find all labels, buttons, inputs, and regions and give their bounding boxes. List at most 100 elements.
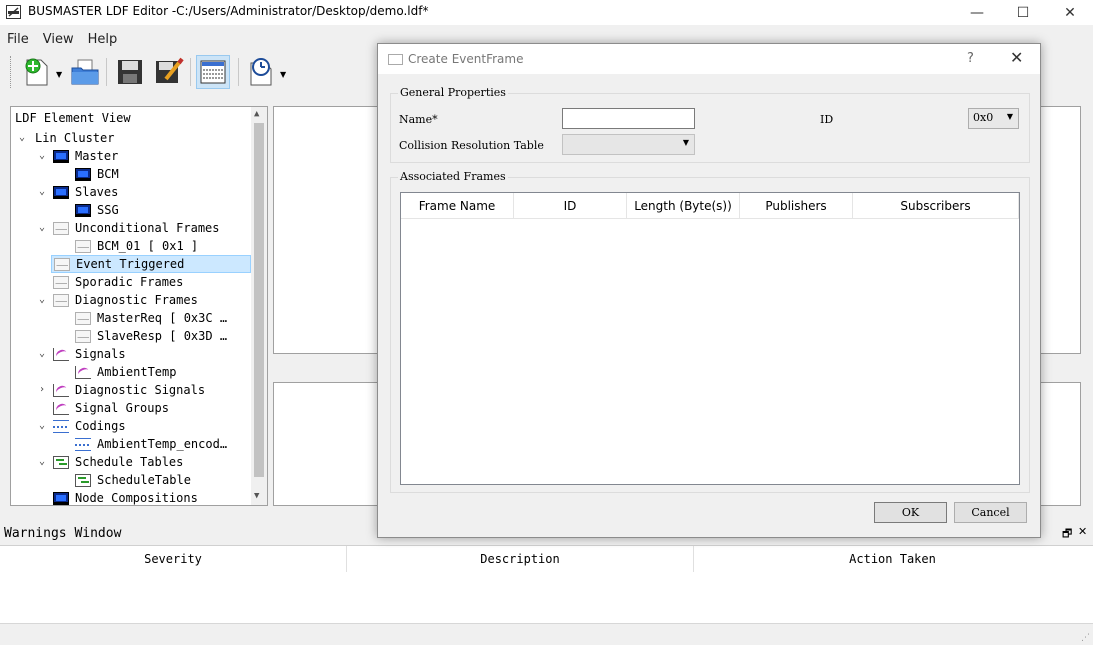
tree-item-codings[interactable]: ⌄ Codings	[35, 417, 126, 435]
associated-frames-table[interactable]: Frame Name ID Length (Byte(s)) Publisher…	[400, 192, 1020, 485]
expand-icon[interactable]: ⌄	[35, 453, 49, 471]
column-description[interactable]: Description	[347, 546, 694, 572]
toolbar-separator	[106, 58, 107, 86]
dialog-close-button[interactable]: ✕	[1010, 48, 1023, 67]
tree-item-signals[interactable]: ⌄ Signals	[35, 345, 126, 363]
new-file-dropdown-icon[interactable]: ▼	[56, 70, 62, 79]
tree-item-sporadic-frames[interactable]: Sporadic Frames	[53, 273, 183, 291]
column-publishers[interactable]: Publishers	[740, 193, 853, 219]
close-button[interactable]: ✕	[1047, 0, 1093, 25]
tree-item-event-triggered[interactable]: Event Triggered	[51, 255, 251, 273]
signal-icon	[53, 401, 69, 415]
column-id[interactable]: ID	[514, 193, 627, 219]
tree-item-lin-cluster[interactable]: ⌄ Lin Cluster	[15, 129, 115, 147]
monitor-icon	[53, 149, 69, 163]
scrollbar-thumb[interactable]	[254, 123, 264, 477]
tree-item-bcm[interactable]: BCM	[57, 165, 119, 183]
envelope-icon	[75, 311, 91, 325]
close-warnings-icon[interactable]: ✕	[1078, 525, 1087, 538]
expand-icon[interactable]: ⌄	[35, 291, 49, 309]
monitor-icon	[53, 185, 69, 199]
tree-item-signal-groups[interactable]: Signal Groups	[53, 399, 169, 417]
tree-item-ssg[interactable]: SSG	[57, 201, 119, 219]
resize-grip-icon[interactable]: ⋰	[1081, 633, 1090, 643]
menu-help[interactable]: Help	[81, 30, 125, 50]
associated-frames-label: Associated Frames	[398, 170, 508, 183]
app-icon	[6, 5, 21, 19]
envelope-icon	[388, 54, 403, 65]
table-view-icon	[200, 60, 226, 84]
envelope-icon	[75, 329, 91, 343]
schedule-icon	[53, 455, 69, 469]
open-folder-icon	[71, 59, 99, 85]
ok-button[interactable]: OK	[874, 502, 947, 523]
title-bar: BUSMASTER LDF Editor -C:/Users/Administr…	[0, 0, 1093, 25]
coding-icon	[53, 419, 69, 433]
expand-icon[interactable]: ⌄	[35, 345, 49, 363]
minimize-button[interactable]: —	[954, 0, 1000, 25]
coding-icon	[75, 437, 91, 451]
tree-item-masterreq[interactable]: MasterReq [ 0x3C …	[57, 309, 227, 327]
save-as-button[interactable]	[152, 55, 186, 89]
tree-item-unconditional-frames[interactable]: ⌄ Unconditional Frames	[35, 219, 220, 237]
save-button[interactable]	[113, 55, 147, 89]
id-select[interactable]: 0x0 ▼	[968, 108, 1019, 129]
toolbar-separator	[190, 58, 191, 86]
monitor-icon	[75, 167, 91, 181]
envelope-icon	[53, 221, 69, 235]
scroll-up-icon[interactable]: ▲	[254, 109, 259, 119]
signal-icon	[53, 347, 69, 361]
tree-item-scheduletable[interactable]: ScheduleTable	[57, 471, 191, 489]
menu-file[interactable]: File	[0, 30, 36, 50]
tree-item-slaves[interactable]: ⌄ Slaves	[35, 183, 118, 201]
name-label: Name*	[399, 113, 438, 126]
cancel-button[interactable]: Cancel	[954, 502, 1027, 523]
collision-resolution-table-select[interactable]: ▼	[562, 134, 695, 155]
open-file-button[interactable]	[68, 55, 102, 89]
column-subscribers[interactable]: Subscribers	[853, 193, 1019, 219]
expand-icon[interactable]: ›	[35, 381, 49, 399]
column-severity[interactable]: Severity	[0, 546, 347, 572]
name-input[interactable]	[562, 108, 695, 129]
column-frame-name[interactable]: Frame Name	[401, 193, 514, 219]
general-properties-label: General Properties	[398, 86, 508, 99]
tree-item-master[interactable]: ⌄ Master	[35, 147, 118, 165]
floppy-disk-icon	[118, 60, 142, 84]
tree-item-bcm-01[interactable]: BCM_01 [ 0x1 ]	[57, 237, 198, 255]
column-length[interactable]: Length (Byte(s))	[627, 193, 740, 219]
create-eventframe-dialog: Create EventFrame ? ✕ General Properties…	[377, 43, 1041, 538]
toggle-view-button[interactable]	[196, 55, 230, 89]
signal-icon	[75, 365, 91, 379]
collision-resolution-table-label: Collision Resolution Table	[399, 139, 544, 152]
schedule-button[interactable]	[244, 55, 278, 89]
chevron-down-icon: ▼	[1006, 112, 1013, 121]
menu-view[interactable]: View	[36, 30, 81, 50]
tree-item-schedule-tables[interactable]: ⌄ Schedule Tables	[35, 453, 183, 471]
tree-item-node-compositions[interactable]: Node Compositions	[53, 489, 198, 505]
envelope-icon	[75, 239, 91, 253]
new-file-button[interactable]	[20, 55, 54, 89]
expand-icon[interactable]: ⌄	[35, 219, 49, 237]
scroll-down-icon[interactable]: ▼	[254, 491, 259, 501]
signal-icon	[53, 383, 69, 397]
tree-item-diagnostic-frames[interactable]: ⌄ Diagnostic Frames	[35, 291, 198, 309]
column-action-taken[interactable]: Action Taken	[694, 546, 1091, 572]
tree-header: LDF Element View	[15, 111, 131, 125]
dialog-title: Create EventFrame	[408, 52, 524, 66]
expand-icon[interactable]: ⌄	[15, 129, 29, 147]
tree-item-slaveresp[interactable]: SlaveResp [ 0x3D …	[57, 327, 227, 345]
schedule-dropdown-icon[interactable]: ▼	[280, 70, 286, 79]
expand-icon[interactable]: ⌄	[35, 417, 49, 435]
ldf-element-tree[interactable]: LDF Element View ⌄ Lin Cluster ⌄ Master BC…	[10, 106, 268, 506]
maximize-button[interactable]: ☐	[1000, 0, 1046, 25]
tree-item-diagnostic-signals[interactable]: › Diagnostic Signals	[35, 381, 205, 399]
toolbar-grip[interactable]	[10, 56, 13, 88]
help-button[interactable]: ?	[967, 51, 974, 66]
expand-icon[interactable]: ⌄	[35, 147, 49, 165]
tree-scrollbar[interactable]: ▲ ▼	[251, 107, 267, 505]
expand-icon[interactable]: ⌄	[35, 183, 49, 201]
tree-item-ambienttemp[interactable]: AmbientTemp	[57, 363, 176, 381]
warnings-table[interactable]: Severity Description Action Taken	[0, 545, 1093, 623]
tree-item-ambienttemp-encoding[interactable]: AmbientTemp_encod…	[57, 435, 227, 453]
float-window-icon[interactable]: 🗗	[1062, 525, 1072, 544]
